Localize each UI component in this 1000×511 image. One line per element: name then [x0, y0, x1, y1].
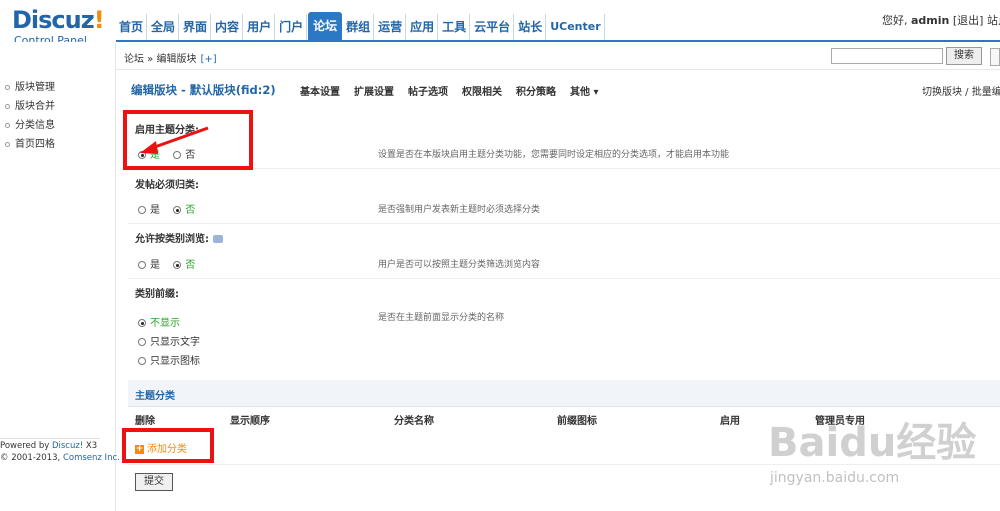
field-title-type-prefix: 类别前缀:: [135, 289, 179, 300]
radio-button[interactable]: [173, 261, 182, 269]
watermark-text: Baidu经验: [768, 420, 977, 466]
radio-button[interactable]: [138, 357, 146, 365]
submit-button[interactable]: 提交: [135, 473, 173, 491]
powered-by: Powered by Discuz! X3 © 2001-2013, Comse…: [0, 441, 120, 463]
nav-item-global[interactable]: 全局: [148, 14, 180, 40]
nav-item-content[interactable]: 内容: [212, 14, 244, 40]
radio-button[interactable]: [138, 338, 146, 346]
sidebar-item-category-info[interactable]: 分类信息: [0, 116, 115, 135]
field-options-require-type: 是 否: [138, 201, 205, 216]
nav-item-group[interactable]: 群组: [343, 14, 375, 40]
breadcrumb-bar: 论坛 » 编辑版块 [+] 搜索: [116, 42, 1000, 70]
settings-tabs: 基本设置 扩展设置 帖子选项 权限相关 积分策略 其他 ▾: [300, 83, 613, 98]
nav-item-forum[interactable]: 论坛: [308, 12, 343, 42]
nav-item-user[interactable]: 用户: [244, 14, 276, 40]
field-title-require-type: 发帖必须归类:: [135, 180, 199, 191]
switch-forum-link[interactable]: 切换版块 / 批量编辑: [922, 83, 1000, 98]
field-desc-type-prefix: 是否在主题前面显示分类的名称: [378, 313, 505, 323]
annotation-arrow-icon: [140, 126, 209, 154]
user-info: 您好, admin [退出] 站点: [882, 12, 1000, 28]
field-title-browse-by-type: 允许按类别浏览:: [135, 230, 223, 245]
divider: [128, 223, 1000, 224]
nav-item-operation[interactable]: 运营: [375, 14, 407, 40]
divider: [128, 278, 1000, 279]
col-enabled: 启用: [720, 416, 740, 427]
nav-item-ucenter[interactable]: UCenter: [547, 14, 605, 40]
radio-option-no[interactable]: 否: [173, 201, 195, 216]
help-bubble-icon[interactable]: [213, 235, 223, 243]
col-delete: 删除: [135, 416, 155, 427]
radio-option-no[interactable]: 否: [173, 256, 195, 271]
bullet-icon: [5, 141, 10, 147]
radio-option-icon-only[interactable]: 只显示图标: [138, 352, 200, 367]
search-input[interactable]: [831, 48, 943, 64]
section-header: 主题分类: [128, 380, 1000, 407]
username: admin: [911, 14, 950, 27]
field-desc-browse-by-type: 用户是否可以按照主题分类筛选浏览内容: [378, 260, 541, 270]
sidebar-item-home-grid[interactable]: 首页四格: [0, 135, 115, 154]
nav-item-cloud[interactable]: 云平台: [471, 14, 515, 40]
divider: [128, 168, 1000, 169]
bullet-icon: [5, 122, 10, 128]
sidebar-item-forum-manage[interactable]: 版块管理: [0, 78, 115, 97]
sidebar-item-forum-merge[interactable]: 版块合并: [0, 97, 115, 116]
greeting-text: 您好,: [882, 14, 908, 27]
add-shortcut-link[interactable]: [+]: [200, 54, 216, 65]
site-link[interactable]: 站点: [987, 14, 1000, 27]
tab-post-options[interactable]: 帖子选项: [408, 83, 448, 98]
col-category-name: 分类名称: [394, 416, 434, 427]
field-desc-require-type: 是否强制用户发表新主题时必须选择分类: [378, 205, 541, 215]
radio-button[interactable]: [138, 319, 146, 327]
col-display-order: 显示顺序: [230, 416, 270, 427]
col-prefix-icon: 前缀图标: [557, 416, 597, 427]
page-title: 编辑版块 - 默认版块(fid:2): [131, 83, 276, 97]
radio-option-yes[interactable]: 是: [138, 256, 160, 271]
tab-other[interactable]: 其他 ▾: [570, 83, 599, 98]
breadcrumb-path: 论坛 » 编辑版块: [124, 54, 197, 65]
field-desc-enable-threadtypes: 设置是否在本版块启用主题分类功能，您需要同时设定相应的分类选项，才能启用本功能: [378, 150, 730, 160]
bullet-icon: [5, 103, 10, 109]
breadcrumb: 论坛 » 编辑版块 [+]: [124, 50, 217, 65]
tab-basic[interactable]: 基本设置: [300, 83, 340, 98]
search-button[interactable]: 搜索: [946, 47, 982, 65]
watermark: Baidu经验 jingyan.baidu.com: [760, 410, 1000, 511]
nav-item-founder[interactable]: 站长: [515, 14, 547, 40]
sub-nav: 编辑版块 - 默认版块(fid:2) 基本设置 扩展设置 帖子选项 权限相关 积…: [116, 70, 1000, 110]
tab-credits[interactable]: 积分策略: [516, 83, 556, 98]
nav-item-portal[interactable]: 门户: [276, 14, 308, 40]
bullet-icon: [5, 84, 10, 90]
logout-link[interactable]: [退出]: [953, 14, 984, 27]
comsenz-link[interactable]: Comsenz Inc.: [63, 453, 120, 463]
nav-item-tools[interactable]: 工具: [439, 14, 471, 40]
radio-option-text-only[interactable]: 只显示文字: [138, 333, 200, 348]
radio-button[interactable]: [138, 261, 146, 269]
tab-permissions[interactable]: 权限相关: [462, 83, 502, 98]
radio-option-yes[interactable]: 是: [138, 201, 160, 216]
nav-item-style[interactable]: 界面: [180, 14, 212, 40]
highlight-box: [122, 428, 214, 463]
radio-button[interactable]: [173, 206, 182, 214]
tab-extended[interactable]: 扩展设置: [354, 83, 394, 98]
logo-brand: Discuz!: [12, 6, 105, 34]
nav-item-plugin[interactable]: 应用: [407, 14, 439, 40]
discuz-link[interactable]: Discuz!: [52, 441, 83, 451]
radio-button[interactable]: [138, 206, 146, 214]
nav-item-home[interactable]: 首页: [116, 14, 148, 40]
scroll-tab[interactable]: [990, 48, 1000, 66]
field-options-browse-by-type: 是 否: [138, 256, 205, 271]
admin-window: Discuz! Control Panel 首页 全局 界面 内容 用户 门户 …: [0, 0, 1000, 511]
radio-option-no-display[interactable]: 不显示: [138, 314, 180, 329]
watermark-url: jingyan.baidu.com: [770, 470, 900, 486]
header: Discuz! Control Panel 首页 全局 界面 内容 用户 门户 …: [0, 0, 1000, 47]
sidebar-divider: [0, 438, 100, 439]
top-nav: 首页 全局 界面 内容 用户 门户 论坛 群组 运营 应用 工具 云平台 站长 …: [116, 12, 606, 42]
